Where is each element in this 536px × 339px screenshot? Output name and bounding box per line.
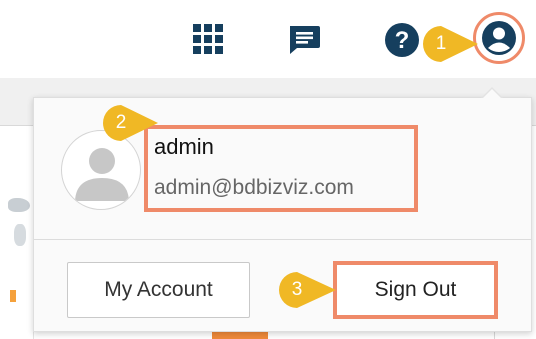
- user-account-button[interactable]: [473, 12, 525, 64]
- user-account-icon: [482, 21, 516, 55]
- sign-out-button[interactable]: Sign Out: [333, 261, 498, 319]
- help-icon[interactable]: ?: [384, 22, 420, 58]
- user-name: admin: [154, 134, 214, 159]
- chat-icon[interactable]: [287, 24, 321, 56]
- avatar: [61, 130, 141, 210]
- page-background-graphic: [10, 290, 16, 302]
- svg-text:?: ?: [395, 27, 410, 54]
- apps-grid-icon[interactable]: [193, 24, 223, 54]
- step-marker-label: 3: [291, 279, 303, 300]
- step-marker-label: 2: [115, 112, 127, 133]
- page-background-graphic: [14, 224, 26, 246]
- step-marker-1: 1: [423, 26, 479, 62]
- my-account-button[interactable]: My Account: [67, 262, 250, 318]
- user-avatar-icon: [75, 148, 129, 201]
- user-email: admin@bdbizviz.com: [154, 176, 354, 199]
- page-background-graphic: [8, 198, 30, 212]
- step-marker-2: 2: [103, 105, 159, 141]
- step-marker-label: 1: [435, 33, 447, 54]
- dropdown-caret-fill: [482, 89, 502, 99]
- menu-divider: [34, 239, 531, 240]
- step-marker-3: 3: [279, 272, 337, 308]
